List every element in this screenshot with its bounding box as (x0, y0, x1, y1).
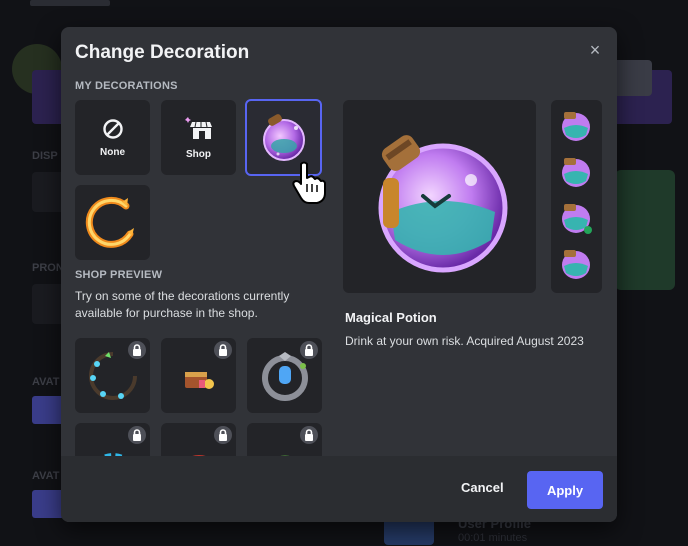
change-decoration-modal: Change Decoration × MY DECORATIONS None … (61, 27, 617, 522)
bg-profile-card (615, 170, 675, 290)
decoration-fire-ring-tile[interactable] (75, 185, 150, 260)
selected-decoration-name: Magical Potion (345, 310, 437, 325)
preview-thumbnail-strip (551, 100, 602, 293)
my-decorations-heading: MY DECORATIONS (75, 80, 178, 92)
selected-decoration-description: Drink at your own risk. Acquired August … (345, 334, 584, 348)
lock-icon (128, 426, 146, 444)
none-icon (102, 118, 123, 139)
bg-profile-meta: 00:01 minutes (458, 532, 528, 544)
shop-preview-heading: SHOP PREVIEW (75, 269, 163, 281)
shop-icon (184, 116, 212, 139)
bg-section-label: AVAT (32, 470, 60, 482)
preview-thumb-2 (562, 158, 590, 187)
decoration-none-tile[interactable]: None (75, 100, 150, 175)
fire-ring-icon (85, 196, 134, 248)
decoration-shop-tile[interactable]: Shop (161, 100, 236, 175)
lock-icon (300, 341, 318, 359)
preview-thumb-4 (562, 250, 590, 279)
shop-preview-crystal-vine-tile[interactable] (75, 338, 150, 413)
bg-section-label: PRON (32, 262, 64, 274)
bg-button (32, 490, 64, 518)
bg-section-label: AVAT (32, 376, 60, 388)
lock-icon (128, 341, 146, 359)
modal-title: Change Decoration (75, 42, 250, 63)
decoration-preview (343, 100, 536, 293)
magical-potion-icon (262, 113, 305, 161)
lock-icon (214, 426, 232, 444)
decoration-none-label: None (100, 146, 125, 158)
treasure-icon (184, 371, 214, 389)
bg-button (32, 396, 64, 424)
magical-potion-preview-icon (378, 135, 508, 273)
shop-preview-gem-frame-tile[interactable] (247, 338, 322, 413)
hand-cursor-icon (292, 161, 326, 204)
shop-preview-description: Try on some of the decorations currently… (75, 289, 290, 320)
apply-button[interactable]: Apply (527, 471, 603, 509)
preview-thumb-3 (562, 204, 592, 234)
bg-tab-indicator (30, 0, 110, 6)
lock-icon (300, 426, 318, 444)
lock-icon (214, 341, 232, 359)
cancel-button[interactable]: Cancel (461, 480, 504, 495)
decoration-shop-label: Shop (186, 148, 211, 160)
bg-section-label: DISP (32, 150, 58, 162)
preview-thumb-1 (562, 112, 590, 141)
shop-preview-treasure-tile[interactable] (161, 338, 236, 413)
close-icon[interactable]: × (585, 40, 605, 60)
